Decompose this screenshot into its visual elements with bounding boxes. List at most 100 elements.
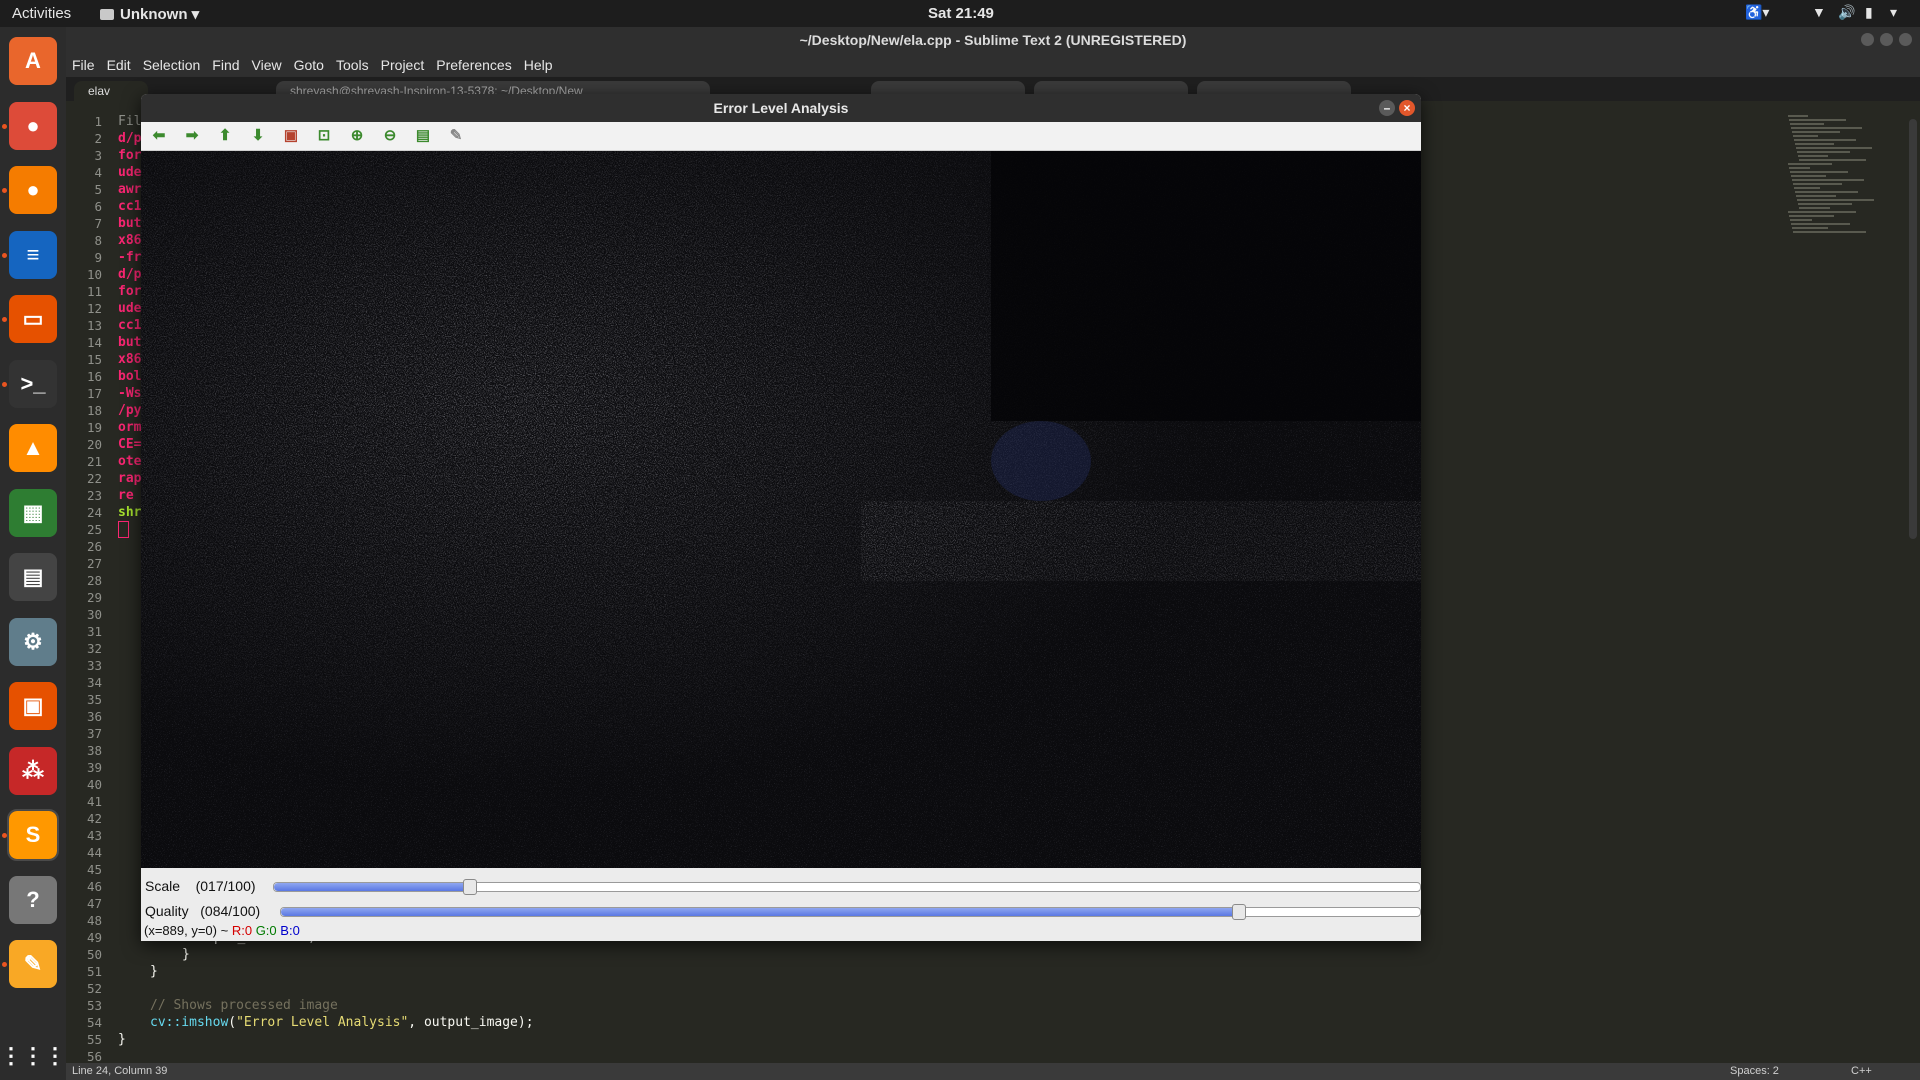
activities-button[interactable]: Activities [12,5,71,22]
minimap-line [1795,191,1858,193]
ela-window: Error Level Analysis – × ⬅ ➡ ⬆ ⬇ ▣ ⊡ ⊕ ⊖… [141,94,1421,941]
line-number: 21 [86,454,102,469]
dock-settings-icon[interactable]: ⚙ [9,617,57,666]
line-number: 9 [94,250,102,265]
zoom-in-icon[interactable]: ⊕ [347,127,367,145]
menu-find[interactable]: Find [206,53,245,73]
dock-sublime-text-icon[interactable]: S [7,809,59,861]
dock-vlc-icon[interactable]: ▲ [9,424,57,472]
window-controls [1855,33,1912,51]
close-button[interactable] [1899,33,1912,46]
app-menu[interactable]: Unknown ▾ [100,5,199,23]
line-number: 2 [94,131,102,146]
minimap-line [1797,151,1850,153]
menu-tools[interactable]: Tools [330,53,375,73]
line-number: 29 [86,590,102,605]
indentation-setting[interactable]: Spaces: 2 [1730,1063,1779,1080]
chevron-down-icon[interactable]: ▾ [1890,4,1897,21]
minimap-line [1795,143,1834,145]
line-number: 16 [86,369,102,384]
dock-ubuntu-software-icon[interactable]: A [9,37,57,85]
show-applications-icon[interactable]: ⋮⋮⋮ [0,1032,66,1080]
minimap-line [1796,195,1836,197]
menu-preferences[interactable]: Preferences [430,53,517,73]
line-number: 24 [86,505,102,520]
minimap-line [1789,215,1834,217]
syntax-setting[interactable]: C++ [1851,1063,1872,1080]
zoom-fit-icon[interactable]: ⊡ [314,127,334,145]
app-menu-label: Unknown [120,6,188,23]
line-number: 47 [86,896,102,911]
dock-calc-icon[interactable]: ▦ [9,488,57,537]
minimap-line [1793,183,1842,185]
line-number: 54 [86,1015,102,1030]
maximize-button[interactable] [1880,33,1893,46]
arrow-right-icon[interactable]: ➡ [182,127,202,145]
dock-files-icon[interactable]: ▭ [9,295,57,343]
line-number: 49 [86,930,102,945]
quality-slider[interactable] [280,904,1421,920]
code-line-54: cv::imshow("Error Level Analysis", outpu… [150,1015,534,1030]
line-number: 55 [86,1032,102,1047]
ela-image-canvas[interactable] [141,151,1421,868]
arrow-down-icon[interactable]: ⬇ [248,127,268,145]
menu-view[interactable]: View [246,53,288,73]
app-icon [100,9,114,20]
zoom-out-icon[interactable]: ⊖ [380,127,400,145]
line-number: 19 [86,420,102,435]
minimap-line [1799,207,1830,209]
minimap[interactable] [1788,113,1898,263]
running-indicator [2,381,7,387]
battery-icon[interactable]: ▮ [1865,4,1873,21]
scale-slider-knob[interactable] [462,879,477,895]
menu-selection[interactable]: Selection [137,53,207,73]
properties-icon[interactable]: ✎ [446,127,466,145]
arrow-up-icon[interactable]: ⬆ [215,127,235,145]
line-number: 23 [86,488,102,503]
line-number: 26 [86,539,102,554]
dock-chrome-icon[interactable]: ● [9,101,57,150]
menu-edit[interactable]: Edit [101,53,137,73]
dock: A ● ● ≡ ▭ >_ ▲ ▦ ▤ ⚙ ▣ ⁂ S? ✎ ⋮⋮⋮ [0,27,67,1080]
dock-text-editor-icon[interactable]: ✎ [9,940,57,988]
line-number: 15 [86,352,102,367]
tab-ela[interactable]: elav [74,81,148,101]
minimap-line [1793,135,1818,137]
arrow-left-icon[interactable]: ⬅ [149,127,169,145]
menu-help[interactable]: Help [518,53,559,73]
accessibility-icon[interactable]: ♿▾ [1745,4,1769,21]
dock-impress-icon[interactable]: ▣ [9,682,57,730]
line-number: 3 [94,148,102,163]
scale-slider[interactable] [273,879,1421,895]
clock[interactable]: Sat 21:49 [928,5,994,22]
quality-slider-knob[interactable] [1231,904,1246,920]
minimize-button[interactable] [1861,33,1874,46]
dock-video-editor-icon[interactable]: ▤ [9,553,57,601]
dock-app-dots-icon[interactable]: ⁂ [9,746,57,795]
line-number: 1 [94,114,102,129]
volume-icon[interactable]: 🔊 [1838,4,1855,21]
line-number: 10 [86,267,102,282]
scale-slider-fill [274,883,469,891]
dock-help-icon[interactable]: ? [9,875,57,924]
close-icon[interactable]: × [1399,100,1415,116]
minimize-icon[interactable]: – [1379,100,1395,116]
line-number: 34 [86,675,102,690]
menu-file[interactable]: File [66,53,101,73]
scrollbar[interactable] [1909,119,1917,539]
pixel-coords: (x=889, y=0) ~ [144,923,229,938]
menu-goto[interactable]: Goto [288,53,330,73]
status-bar: Line 24, Column 39 Spaces: 2 C++ [66,1063,1920,1080]
minimap-line [1791,127,1862,129]
image-icon[interactable]: ▣ [281,127,301,145]
wifi-icon[interactable]: ▼ [1812,4,1826,20]
ela-title: Error Level Analysis [713,100,849,116]
dock-terminal-icon[interactable]: >_ [9,359,57,408]
line-number: 42 [86,811,102,826]
running-indicator [2,317,7,322]
save-icon[interactable]: ▤ [413,127,433,145]
running-indicator [2,833,7,838]
menu-project[interactable]: Project [375,53,431,73]
dock-firefox-icon[interactable]: ● [9,166,57,214]
dock-writer-icon[interactable]: ≡ [9,230,57,279]
